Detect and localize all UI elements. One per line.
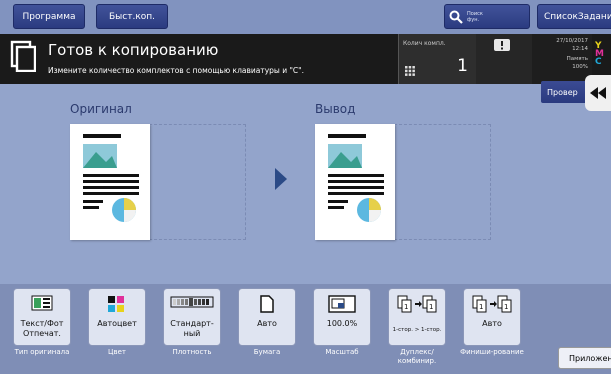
- original-type-button[interactable]: Текст/Фот Отпечат.: [13, 288, 71, 346]
- search-icon: [449, 10, 463, 24]
- applications-button[interactable]: Приложени: [558, 347, 611, 369]
- arrow-right-icon: [275, 168, 287, 190]
- search-label: Поиск фун.: [467, 10, 483, 23]
- sets-value: 1: [457, 56, 468, 76]
- zoom-icon: [328, 295, 356, 313]
- function-search-button[interactable]: Поиск фун.: [444, 4, 530, 29]
- svg-text:1: 1: [404, 303, 408, 311]
- status-title: Готов к копированию: [48, 41, 219, 59]
- status-message: Измените количество комплектов с помощью…: [48, 66, 305, 75]
- copy-mode-icon: [10, 40, 36, 72]
- document-thumbnail-icon: [83, 134, 139, 222]
- date-time-box: 27/10/2017 12:14 Память 100%: [532, 34, 592, 84]
- duplex-caption: Дуплекс/ комбинир.: [397, 348, 437, 365]
- time-text: 12:14: [572, 46, 588, 52]
- collapse-panel-button[interactable]: [585, 75, 611, 111]
- original-label: Оригинал: [70, 102, 132, 116]
- output-label: Вывод: [315, 102, 356, 116]
- duplex-icon: 1 1: [397, 295, 437, 313]
- text-photo-icon: [31, 295, 53, 311]
- alert-icon: [494, 39, 510, 51]
- svg-text:1: 1: [479, 303, 483, 311]
- keypad-icon[interactable]: [405, 66, 415, 76]
- double-chevron-left-icon: [590, 87, 606, 99]
- density-icon: [170, 296, 214, 308]
- finishing-icon: 1 1: [472, 295, 512, 313]
- program-button[interactable]: Программа: [13, 4, 85, 29]
- density-button[interactable]: Стандарт-ный: [163, 288, 221, 346]
- zoom-button[interactable]: 100.0%: [313, 288, 371, 346]
- color-button[interactable]: Автоцвет: [88, 288, 146, 346]
- memory-label: Память: [566, 56, 588, 62]
- status-band: Готов к копированию Измените количество …: [0, 34, 611, 84]
- document-thumbnail-icon: [328, 134, 384, 222]
- density-caption: Плотность: [172, 348, 212, 356]
- function-bar: Текст/Фот Отпечат. Тип оригинала Автоцве…: [0, 284, 611, 374]
- finishing-button[interactable]: 1 1 Авто: [463, 288, 521, 346]
- svg-text:1: 1: [504, 303, 508, 311]
- top-bar: Программа Быст.коп. Поиск фун. СписокЗад…: [0, 0, 611, 34]
- duplex-button[interactable]: 1 1 1-стор. > 1-стор.: [388, 288, 446, 346]
- color-caption: Цвет: [108, 348, 126, 356]
- toner-c: C: [595, 57, 602, 67]
- paper-caption: Бумага: [253, 348, 281, 356]
- svg-text:1: 1: [429, 303, 433, 311]
- date-text: 27/10/2017: [556, 38, 588, 44]
- alert-box[interactable]: [476, 34, 532, 84]
- zoom-caption: Масштаб: [325, 348, 359, 356]
- quick-copy-button[interactable]: Быст.коп.: [96, 4, 168, 29]
- sets-label: Колич компл.: [403, 40, 446, 47]
- toner-indicator: Y M C: [595, 42, 611, 67]
- memory-value: 100%: [572, 64, 588, 70]
- job-list-button[interactable]: СписокЗадани: [537, 4, 611, 29]
- original-type-caption: Тип оригинала: [14, 348, 70, 356]
- copy-sets-box[interactable]: Колич компл. 1: [398, 34, 477, 84]
- output-document: [315, 124, 395, 240]
- finishing-caption: Финиши-рование: [460, 348, 524, 356]
- paper-icon: [260, 295, 274, 313]
- paper-button[interactable]: Авто: [238, 288, 296, 346]
- original-document: [70, 124, 150, 240]
- color-icon: [108, 296, 124, 312]
